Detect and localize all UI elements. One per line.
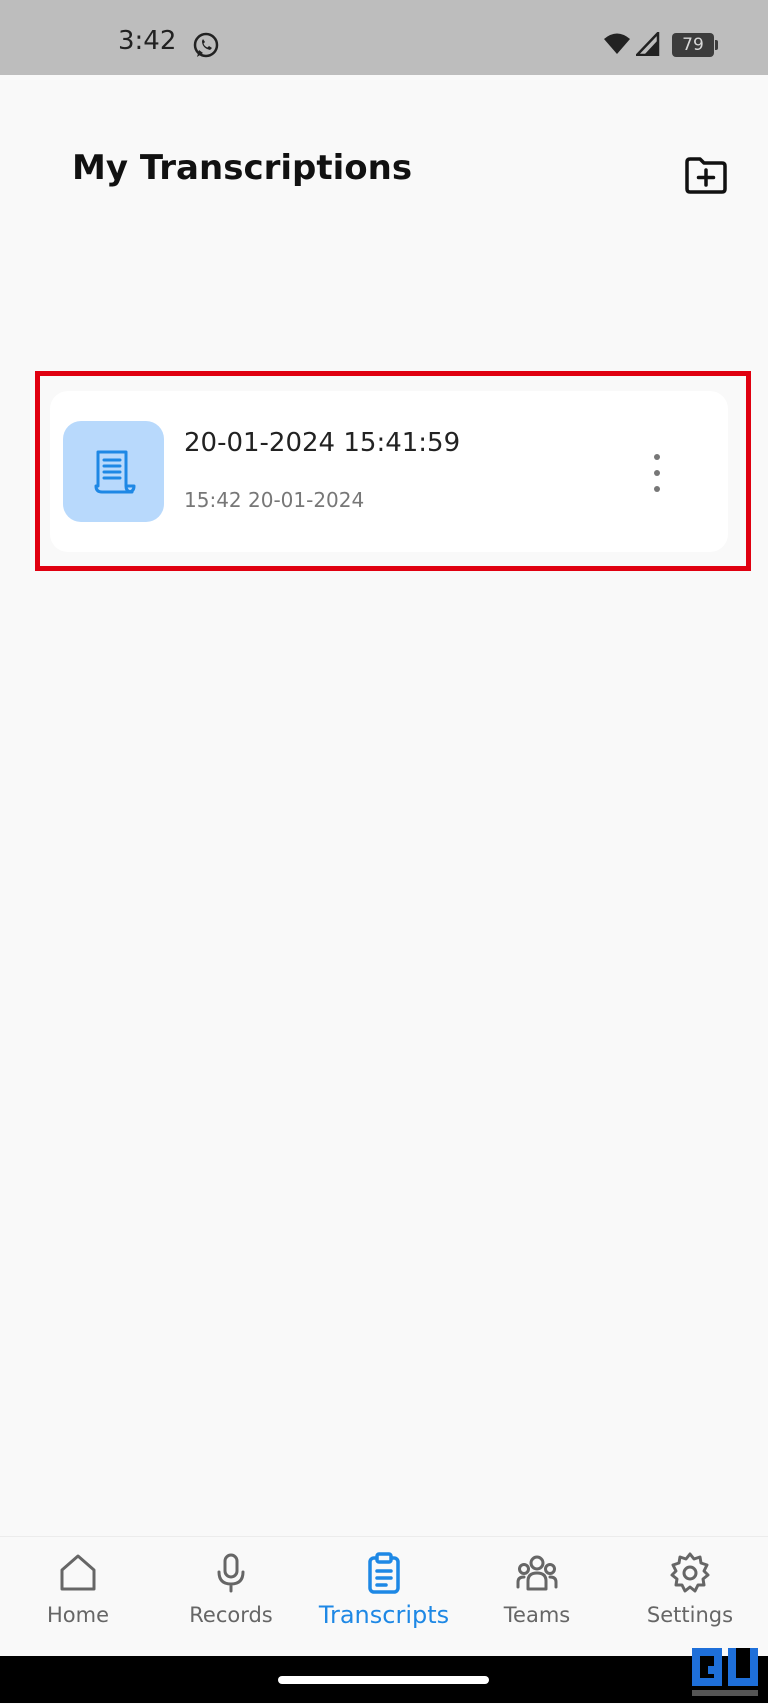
transcription-timestamp: 15:42 20-01-2024 (184, 488, 365, 512)
nav-label: Records (189, 1603, 273, 1627)
clipboard-icon (368, 1552, 400, 1594)
document-scroll-icon (88, 446, 140, 502)
page-title: My Transcriptions (72, 148, 413, 188)
more-options-button[interactable] (642, 448, 672, 498)
whatsapp-icon (191, 31, 221, 65)
battery-icon: 79 (672, 33, 714, 57)
transcription-title: 20-01-2024 15:41:59 (184, 428, 461, 458)
nav-records[interactable]: Records (161, 1551, 301, 1657)
nav-teams[interactable]: Teams (467, 1551, 607, 1657)
status-bar: 3:42 79 (0, 0, 768, 75)
home-indicator[interactable] (278, 1676, 489, 1684)
nav-label: Settings (646, 1603, 734, 1627)
more-dot (654, 486, 660, 492)
bottom-nav: Home Records Transcripts Teams Settings (0, 1536, 768, 1657)
nav-label: Home (46, 1603, 109, 1627)
nav-home[interactable]: Home (8, 1551, 148, 1657)
nav-label: Transcripts (318, 1601, 450, 1629)
home-icon (60, 1554, 96, 1591)
wifi-icon (603, 32, 631, 60)
team-icon (516, 1555, 558, 1591)
battery-nub (715, 40, 718, 50)
more-dot (654, 454, 660, 460)
nav-transcripts[interactable]: Transcripts (314, 1551, 454, 1657)
more-dot (654, 470, 660, 476)
nav-settings[interactable]: Settings (620, 1551, 760, 1657)
nav-label: Teams (503, 1603, 571, 1627)
gear-icon (670, 1552, 710, 1593)
folder-add-button[interactable] (682, 152, 730, 200)
folder-add-icon (685, 157, 727, 194)
status-time: 3:42 (118, 26, 177, 56)
microphone-icon (217, 1553, 245, 1593)
logo-watermark (690, 1644, 760, 1700)
system-nav-bar (0, 1656, 768, 1703)
signal-icon (634, 29, 660, 60)
